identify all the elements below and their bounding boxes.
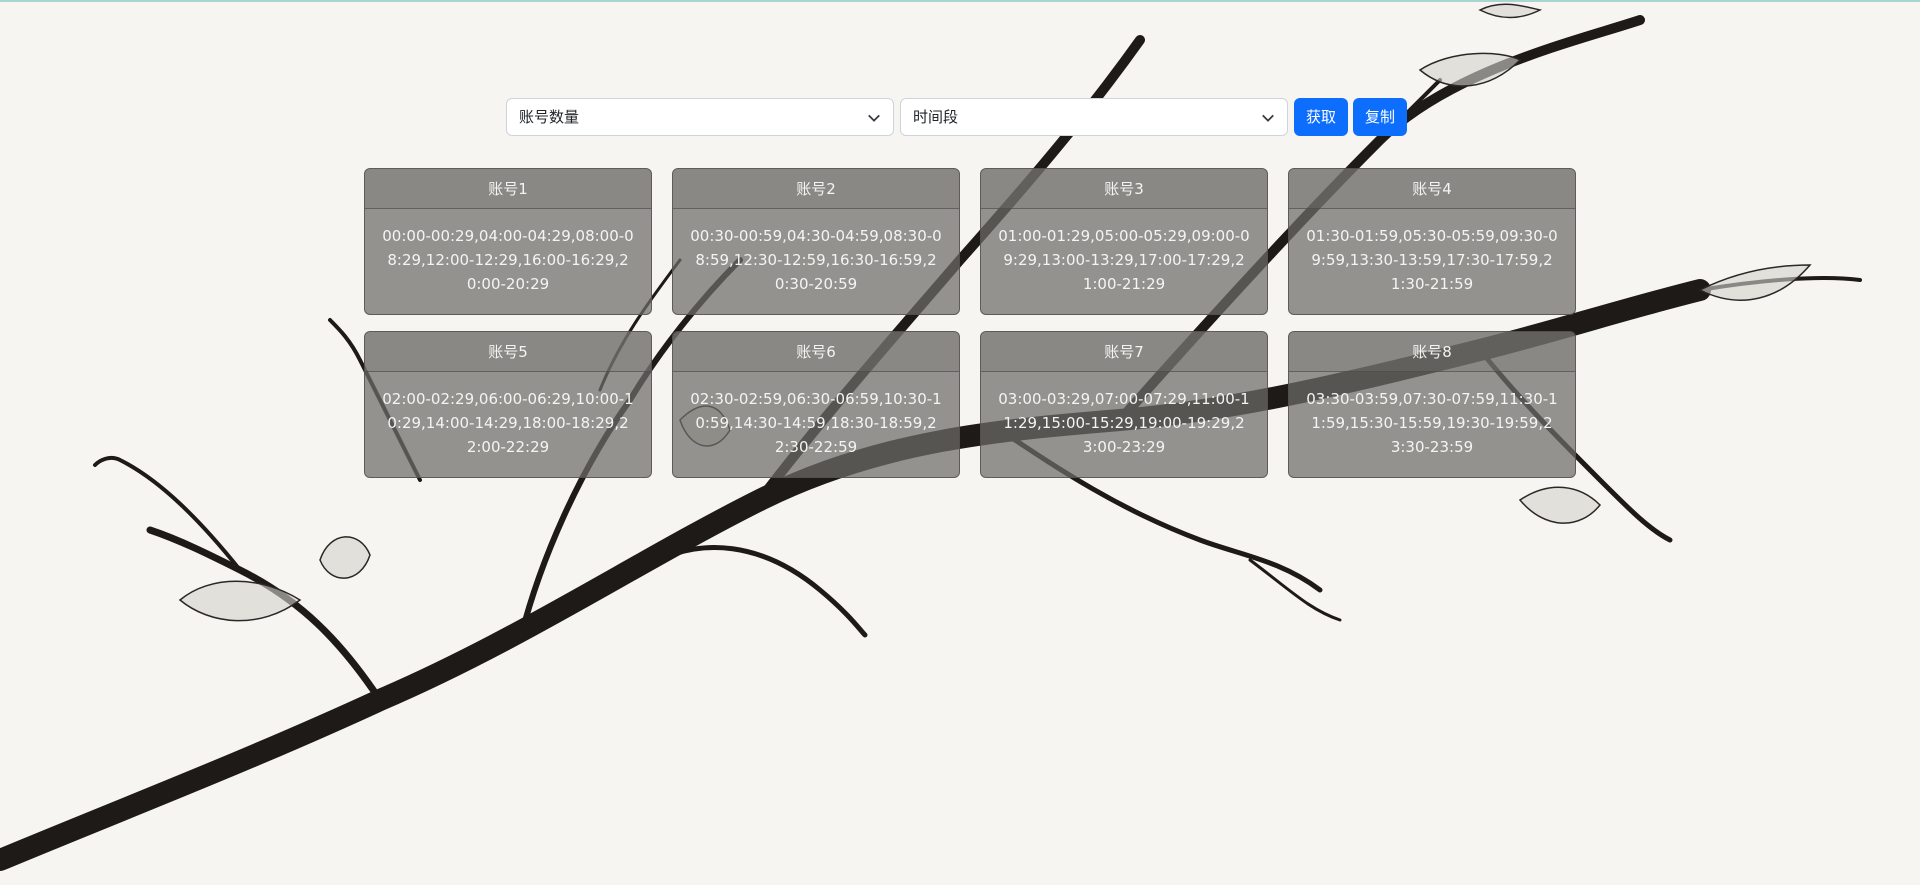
account-card-title: 账号2 — [673, 169, 959, 209]
account-card-times: 02:00-02:29,06:00-06:29,10:00-10:29,14:0… — [382, 390, 634, 456]
account-card-times: 03:00-03:29,07:00-07:29,11:00-11:29,15:0… — [998, 390, 1250, 456]
account-card: 账号6 02:30-02:59,06:30-06:59,10:30-10:59,… — [672, 331, 960, 478]
account-card-title: 账号6 — [673, 332, 959, 372]
account-card-times: 00:00-00:29,04:00-04:29,08:00-08:29,12:0… — [382, 227, 634, 293]
account-card: 账号5 02:00-02:29,06:00-06:29,10:00-10:29,… — [364, 331, 652, 478]
copy-button[interactable]: 复制 — [1353, 98, 1408, 136]
account-card-title: 账号8 — [1289, 332, 1575, 372]
account-card: 账号4 01:30-01:59,05:30-05:59,09:30-09:59,… — [1288, 168, 1576, 315]
account-card-times: 00:30-00:59,04:30-04:59,08:30-08:59,12:3… — [690, 227, 942, 293]
account-count-select[interactable]: 账号数量 — [506, 98, 894, 136]
controls-bar: 账号数量 时间段 获取 复制 — [506, 98, 1412, 136]
account-card-title: 账号7 — [981, 332, 1267, 372]
account-card: 账号7 03:00-03:29,07:00-07:29,11:00-11:29,… — [980, 331, 1268, 478]
accounts-grid: 账号1 00:00-00:29,04:00-04:29,08:00-08:29,… — [364, 168, 1576, 478]
fetch-button[interactable]: 获取 — [1294, 98, 1349, 136]
account-card-times: 03:30-03:59,07:30-07:59,11:30-11:59,15:3… — [1306, 390, 1558, 456]
chevron-down-icon — [1262, 114, 1274, 122]
account-card-times: 02:30-02:59,06:30-06:59,10:30-10:59,14:3… — [690, 390, 942, 456]
chevron-down-icon — [868, 114, 880, 122]
account-card-title: 账号4 — [1289, 169, 1575, 209]
account-card-title: 账号3 — [981, 169, 1267, 209]
account-card: 账号8 03:30-03:59,07:30-07:59,11:30-11:59,… — [1288, 331, 1576, 478]
account-card-title: 账号5 — [365, 332, 651, 372]
account-count-select-label: 账号数量 — [519, 108, 580, 126]
account-card-title: 账号1 — [365, 169, 651, 209]
account-card: 账号3 01:00-01:29,05:00-05:29,09:00-09:29,… — [980, 168, 1268, 315]
account-card-times: 01:00-01:29,05:00-05:29,09:00-09:29,13:0… — [998, 227, 1250, 293]
time-period-select-label: 时间段 — [913, 108, 959, 126]
account-card: 账号2 00:30-00:59,04:30-04:59,08:30-08:59,… — [672, 168, 960, 315]
account-card: 账号1 00:00-00:29,04:00-04:29,08:00-08:29,… — [364, 168, 652, 315]
account-card-times: 01:30-01:59,05:30-05:59,09:30-09:59,13:3… — [1306, 227, 1558, 293]
time-period-select[interactable]: 时间段 — [900, 98, 1288, 136]
